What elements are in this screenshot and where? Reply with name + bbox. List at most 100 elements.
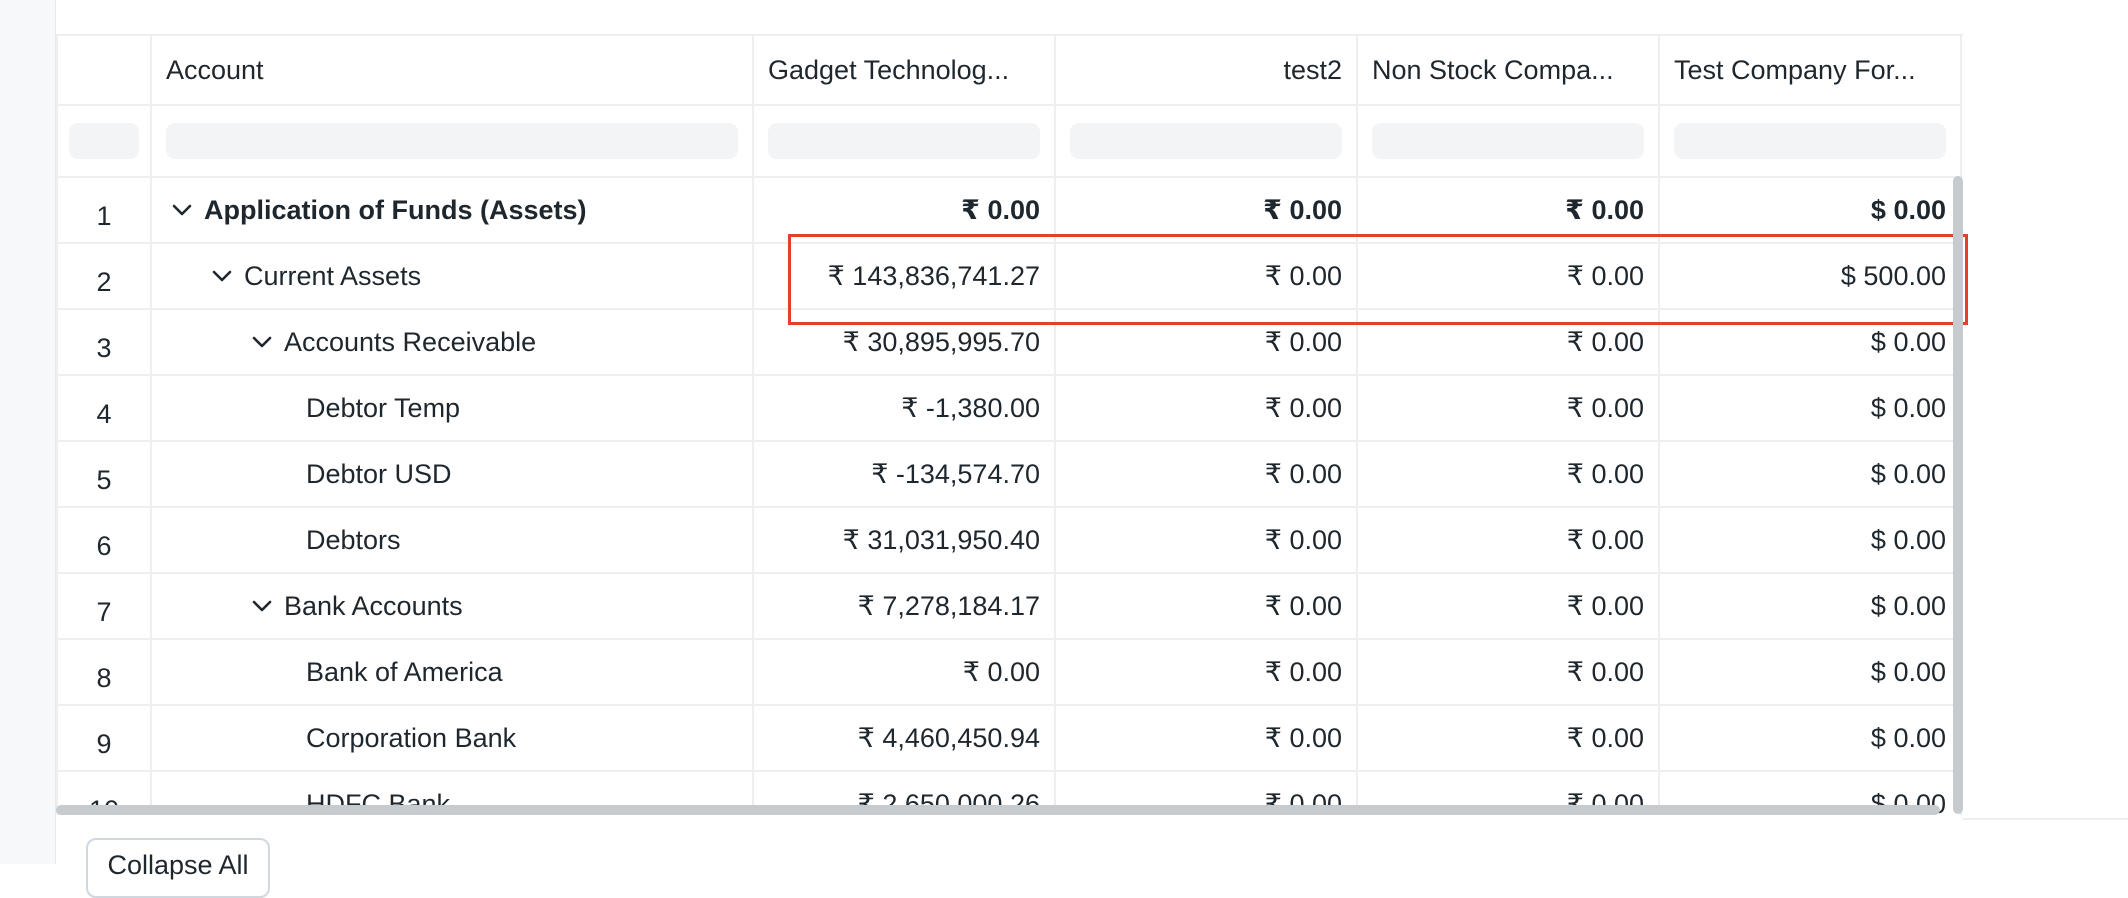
table-row[interactable]: 8 Bank of America ₹ 0.00 ₹ 0.00 ₹ 0.00 $ 0.00 [56,640,1963,706]
account-cell[interactable]: Current Assets [152,244,754,310]
filter-input-gadget[interactable] [768,123,1040,159]
row-number: 8 [56,640,152,706]
row-number: 4 [56,376,152,442]
table-row[interactable]: 9 Corporation Bank ₹ 4,460,450.94 ₹ 0.00 ₹ 0… [56,706,1963,772]
filter-input-non-stock[interactable] [1372,123,1644,159]
value-test2[interactable]: ₹ 0.00 [1056,508,1358,574]
value-gadget-technologies[interactable]: ₹ 31,031,950.40 [754,508,1056,574]
header-test-company[interactable]: Test Company For... [1660,36,1962,106]
value-test2[interactable]: ₹ 0.00 [1056,310,1358,376]
value-non-stock-company[interactable]: ₹ 0.00 [1358,706,1660,772]
value-non-stock-company[interactable]: ₹ 0.00 [1358,640,1660,706]
value-gadget-technologies[interactable]: ₹ 7,278,184.17 [754,574,1056,640]
account-name: Debtors [306,524,401,555]
filter-input-row-number[interactable] [69,123,139,159]
header-test2[interactable]: test2 [1056,36,1358,106]
account-cell[interactable]: Bank of America [152,640,754,706]
table-row[interactable]: 6 Debtors ₹ 31,031,950.40 ₹ 0.00 ₹ 0.00 $ 0.0… [56,508,1963,574]
row-number: 2 [56,244,152,310]
value-test-company[interactable]: $ 0.00 [1660,706,1962,772]
chevron-down-icon[interactable] [250,330,274,354]
value-non-stock-company[interactable]: ₹ 0.00 [1358,310,1660,376]
value-test2[interactable]: ₹ 0.00 [1056,178,1358,244]
value-gadget-technologies[interactable]: ₹ -1,380.00 [754,376,1056,442]
account-name: Bank of America [306,656,503,687]
header-gadget-technologies[interactable]: Gadget Technolog... [754,36,1056,106]
account-name: Debtor Temp [306,392,461,423]
chevron-down-icon[interactable] [210,264,234,288]
row-number: 5 [56,442,152,508]
table-row[interactable]: 4 Debtor Temp ₹ -1,380.00 ₹ 0.00 ₹ 0.00 $ 0.0… [56,376,1963,442]
header-row: Account Gadget Technolog... test2 Non St… [56,36,1963,106]
value-gadget-technologies[interactable]: ₹ 30,895,995.70 [754,310,1056,376]
account-name: Debtor USD [306,458,452,489]
value-gadget-technologies[interactable]: ₹ 0.00 [754,178,1056,244]
value-non-stock-company[interactable]: ₹ 0.00 [1358,508,1660,574]
account-cell[interactable]: Accounts Receivable [152,310,754,376]
value-test-company[interactable]: $ 0.00 [1660,442,1962,508]
account-name: Corporation Bank [306,722,517,753]
value-gadget-technologies[interactable]: ₹ -134,574.70 [754,442,1056,508]
filter-cell-test-company [1660,106,1962,178]
value-test-company[interactable]: $ 0.00 [1660,574,1962,640]
value-test2[interactable]: ₹ 0.00 [1056,574,1358,640]
value-non-stock-company[interactable]: ₹ 0.00 [1358,376,1660,442]
report-datatable: Account Gadget Technolog... test2 Non St… [56,0,1963,815]
row-number: 7 [56,574,152,640]
account-cell[interactable]: Debtor Temp [152,376,754,442]
filter-cell-test2 [1056,106,1358,178]
value-non-stock-company[interactable]: ₹ 0.00 [1358,442,1660,508]
account-cell[interactable]: Application of Funds (Assets) [152,178,754,244]
table-row[interactable]: 1 Application of Funds (Assets) ₹ 0.00 ₹ 0.… [56,178,1963,244]
value-test-company[interactable]: $ 0.00 [1660,310,1962,376]
row-number: 6 [56,508,152,574]
value-test-company[interactable]: $ 500.00 [1660,244,1962,310]
table-row[interactable]: 5 Debtor USD ₹ -134,574.70 ₹ 0.00 ₹ 0.00 $ 0.… [56,442,1963,508]
filter-cell-gadget [754,106,1056,178]
value-test2[interactable]: ₹ 0.00 [1056,376,1358,442]
value-gadget-technologies[interactable]: ₹ 143,836,741.27 [754,244,1056,310]
table-row[interactable]: 2 Current Assets ₹ 143,836,741.27 ₹ 0.00 ₹ 0… [56,244,1963,310]
account-cell[interactable]: Corporation Bank [152,706,754,772]
account-name: Bank Accounts [284,590,463,621]
table-row[interactable]: 3 Accounts Receivable ₹ 30,895,995.70 ₹ 0.0… [56,310,1963,376]
account-cell[interactable]: Debtors [152,508,754,574]
page-left-gutter [0,0,56,864]
value-gadget-technologies[interactable]: ₹ 0.00 [754,640,1056,706]
filter-input-account[interactable] [166,123,738,159]
value-gadget-technologies[interactable]: ₹ 4,460,450.94 [754,706,1056,772]
value-test2[interactable]: ₹ 0.00 [1056,244,1358,310]
header-non-stock-company[interactable]: Non Stock Compa... [1358,36,1660,106]
footer-divider [1963,818,2128,820]
value-test2[interactable]: ₹ 0.00 [1056,640,1358,706]
filter-cell-account [152,106,754,178]
value-test-company[interactable]: $ 0.00 [1660,640,1962,706]
vertical-scrollbar[interactable] [1953,176,1963,814]
row-number: 9 [56,706,152,772]
row-number: 1 [56,178,152,244]
account-cell[interactable]: Bank Accounts [152,574,754,640]
table-row[interactable]: 7 Bank Accounts ₹ 7,278,184.17 ₹ 0.00 ₹ 0.00… [56,574,1963,640]
value-test2[interactable]: ₹ 0.00 [1056,706,1358,772]
value-test-company[interactable]: $ 0.00 [1660,508,1962,574]
collapse-all-button[interactable]: Collapse All [86,838,270,898]
horizontal-scrollbar[interactable] [56,805,1940,815]
row-number: 3 [56,310,152,376]
filter-input-test-company[interactable] [1674,123,1946,159]
filter-input-test2[interactable] [1070,123,1342,159]
account-cell[interactable]: Debtor USD [152,442,754,508]
value-test-company[interactable]: $ 0.00 [1660,376,1962,442]
table-top-strip [56,0,1963,36]
chevron-down-icon[interactable] [250,594,274,618]
value-non-stock-company[interactable]: ₹ 0.00 [1358,178,1660,244]
account-name: Current Assets [244,260,422,291]
value-non-stock-company[interactable]: ₹ 0.00 [1358,244,1660,310]
value-test2[interactable]: ₹ 0.00 [1056,442,1358,508]
value-test-company[interactable]: $ 0.00 [1660,178,1962,244]
account-name: Accounts Receivable [284,326,537,357]
chevron-down-icon[interactable] [170,198,194,222]
filter-cell-non-stock [1358,106,1660,178]
header-row-number [56,36,152,106]
value-non-stock-company[interactable]: ₹ 0.00 [1358,574,1660,640]
header-account[interactable]: Account [152,36,754,106]
